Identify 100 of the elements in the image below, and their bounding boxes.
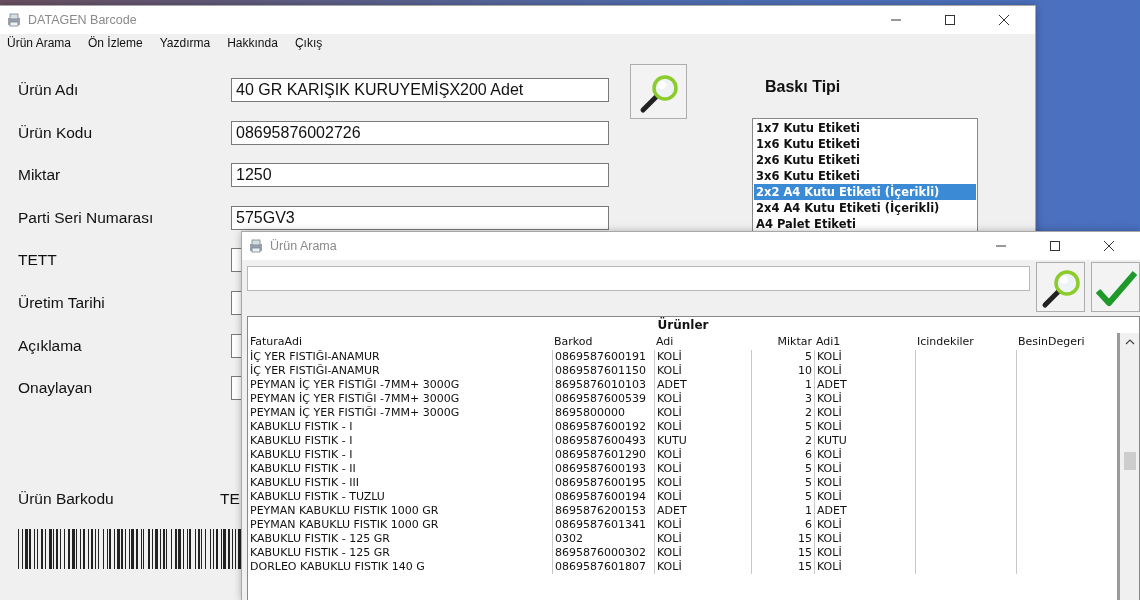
field-label: TETT [18, 251, 58, 270]
table-cell-text: PEYMAN İÇ YER FISTIĞI -7MM+ 3000G [249, 406, 461, 420]
table-cell: KOLİ [654, 350, 751, 364]
table-cell-text: PEYMAN İÇ YER FISTIĞI -7MM+ 3000G [249, 378, 461, 392]
search-button[interactable] [1036, 262, 1086, 312]
column-header[interactable]: FaturaAdi [248, 333, 552, 350]
column-header[interactable]: Miktar [751, 333, 814, 350]
column-header[interactable]: Adi [654, 333, 751, 350]
table-cell: 0869587600195 [552, 476, 654, 490]
table-cell: 8695876010103 [552, 378, 654, 392]
table-cell: KOLİ [814, 546, 915, 560]
search-field[interactable] [247, 266, 1031, 291]
table-cell: ADET [814, 378, 915, 392]
field-label: Ürün Adı [18, 81, 80, 99]
table-cell: 0869587600493 [552, 434, 654, 448]
field-label: Açıklama [18, 336, 83, 355]
table-cell: KOLİ [814, 420, 915, 434]
printer-icon [248, 238, 264, 254]
table-cell: KOLİ [654, 406, 751, 420]
table-cell: 2 [751, 434, 814, 448]
table-cell: 5 [751, 476, 814, 490]
list-item[interactable]: 3x6 Kutu Etiketi [754, 168, 976, 184]
input-field[interactable]: 40 GR KARIŞIK KURUYEMİŞX200 Adet [231, 78, 609, 102]
search-button[interactable] [630, 64, 687, 119]
column-header[interactable]: Barkod [552, 333, 654, 350]
table-cell: ADET [814, 504, 915, 518]
table-cell: KOLİ [814, 448, 915, 462]
table-cell: KOLİ [654, 392, 751, 406]
window-title: Ürün Arama [270, 239, 337, 253]
table-cell: 5 [751, 462, 814, 476]
table-cell-text: KABUKLU FISTIK - 125 GR [249, 532, 391, 546]
table-cell: KOLİ [814, 462, 915, 476]
table-cell: 15 [751, 532, 814, 546]
table-cell: KOLİ [654, 462, 751, 476]
column-header[interactable]: BesinDegeri [1016, 333, 1117, 350]
table-cell: 0302 [552, 532, 654, 546]
menu-item[interactable]: Çıkış [291, 36, 329, 54]
table-cell: KOLİ [654, 518, 751, 532]
list-item[interactable]: 2x6 Kutu Etiketi [754, 152, 976, 168]
table-cell: 8695876000302 [552, 546, 654, 560]
table-cell-text: KABUKLU FISTIK - I [249, 434, 354, 448]
column-header[interactable]: Adi1 [814, 333, 915, 350]
confirm-button[interactable] [1091, 262, 1140, 312]
table-cell: 0869587601150 [552, 364, 654, 378]
menu-item[interactable]: Ön İzleme [85, 36, 149, 54]
table-cell: 0869587601290 [552, 448, 654, 462]
table-cell: 0869587601807 [552, 560, 654, 574]
table-cell: KOLİ [814, 532, 915, 546]
table-cell: KOLİ [654, 420, 751, 434]
table-cell: 1 [751, 504, 814, 518]
input-field[interactable]: 08695876002726 [231, 120, 609, 145]
table-cell: 10 [751, 364, 814, 378]
menu-item[interactable]: Yazdırma [156, 36, 217, 54]
field-label: Ürün Barkodu [18, 489, 115, 508]
chevron-up-icon[interactable] [1124, 338, 1135, 346]
menu-item[interactable]: Hakkında [224, 36, 284, 54]
input-field[interactable]: 575GV3 [231, 205, 609, 230]
table-cell: 0869587600193 [552, 462, 654, 476]
list-item[interactable]: 2x2 A4 Kutu Etiketi (İçerikli) [754, 184, 976, 200]
table-cell: KOLİ [654, 476, 751, 490]
table-cell-text: KABUKLU FISTIK - TUZLU [249, 490, 386, 504]
table-cell: 6 [751, 518, 814, 532]
table-cell: KOLİ [814, 350, 915, 364]
table-cell: 15 [751, 560, 814, 574]
column-header[interactable]: Icindekiler [915, 333, 1016, 350]
barcode-text: TE [220, 489, 240, 508]
table-cell: KUTU [654, 434, 751, 448]
table-cell-text: PEYMAN KABUKLU FISTIK 1000 GR [249, 518, 440, 532]
printer-icon [6, 12, 22, 28]
scrollbar[interactable] [1117, 333, 1139, 600]
field-label: Ürün Kodu [18, 123, 94, 142]
table-cell: 5 [751, 350, 814, 364]
table-cell: 0869587600194 [552, 490, 654, 504]
field-label: Onaylayan [18, 379, 94, 398]
table-cell: KOLİ [654, 490, 751, 504]
list-item[interactable]: 2x4 A4 Kutu Etiketi (İçerikli) [754, 200, 976, 216]
table-cell: 1 [751, 378, 814, 392]
table-cell: 3 [751, 392, 814, 406]
field-label: Miktar [18, 166, 62, 185]
table-cell-text: KABUKLU FISTIK - 125 GR [249, 546, 391, 560]
table-cell-text: PEYMAN İÇ YER FISTIĞI -7MM+ 3000G [249, 392, 461, 406]
menu-item[interactable]: Ürün Arama [4, 36, 78, 54]
table-cell: KOLİ [814, 392, 915, 406]
table-cell: 6 [751, 448, 814, 462]
table-cell-text: PEYMAN KABUKLU FISTIK 1000 GR [249, 504, 440, 518]
list-item[interactable]: A4 Palet Etiketi [754, 216, 976, 232]
table-cell: KOLİ [654, 532, 751, 546]
list-item[interactable]: 1x7 Kutu Etiketi [754, 120, 976, 136]
table-cell: 8695800000 [552, 406, 654, 420]
table-cell-text: DORLEO KABUKLU FISTIK 140 G [249, 560, 426, 574]
input-field[interactable]: 1250 [231, 163, 609, 188]
table-title: Ürünler [656, 317, 710, 333]
list-item[interactable]: 1x6 Kutu Etiketi [754, 136, 976, 152]
section-title: Baskı Tipi [765, 78, 842, 97]
table-cell: ADET [654, 378, 751, 392]
table-cell-text: İÇ YER FISTIĞI-ANAMUR [249, 350, 381, 364]
table-cell: 0869587600191 [552, 350, 654, 364]
table-cell-text: KABUKLU FISTIK - I [249, 448, 354, 462]
table-cell: 15 [751, 546, 814, 560]
scrollbar-thumb[interactable] [1123, 452, 1136, 470]
